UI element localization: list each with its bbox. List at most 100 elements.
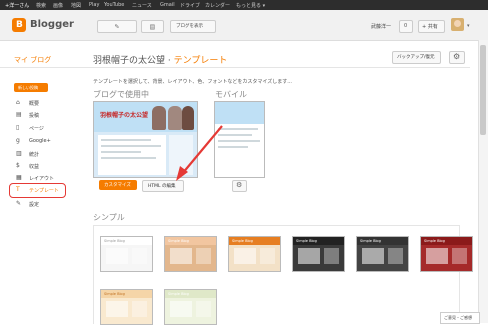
view-blog-button[interactable]: ブログを表示: [170, 20, 216, 33]
google-top-bar: +洋一さん 検索 画像 地図 Play YouTube ニュース Gmail ド…: [0, 0, 488, 10]
template-thumbnail[interactable]: Simple Blog: [228, 236, 281, 272]
template-thumbnail[interactable]: Simple Blog: [356, 236, 409, 272]
thumbnail-title: Simple Blog: [232, 239, 253, 243]
live-on-blog-heading: ブログで使用中: [93, 90, 149, 99]
posts-icon: ▤: [149, 23, 156, 30]
avatar-face: [454, 20, 461, 27]
thumbnail-body: [426, 248, 448, 264]
sidebar-item-label: 投稿: [29, 113, 40, 119]
thumbnail-title: Simple Blog: [168, 239, 189, 243]
preview-text-line: [101, 139, 151, 141]
thumbnail-sidebar: [388, 248, 403, 264]
gear-icon: ⚙: [453, 52, 461, 61]
template-thumbnail[interactable]: Simple Blog: [164, 236, 217, 272]
template-thumbnail[interactable]: Simple Blog: [164, 289, 217, 325]
thumbnail-body: [106, 248, 128, 264]
thumbnail-sidebar: [132, 301, 147, 317]
posts-icon: ▤: [16, 111, 22, 118]
preview-text-line: [101, 145, 161, 147]
preview-blog-title: 羽根帽子の太公望: [100, 112, 149, 119]
preview-text-line: [101, 157, 156, 159]
topbar-more[interactable]: もっと見る ▾: [236, 2, 265, 9]
thumbnail-title: Simple Blog: [296, 239, 317, 243]
backup-restore-button[interactable]: バックアップ/復元: [392, 51, 441, 64]
mobile-heading: モバイル: [215, 90, 247, 99]
topbar-search[interactable]: 検索: [36, 2, 46, 9]
my-blogs-link[interactable]: マイ ブログ: [14, 55, 51, 65]
preview-character: [152, 106, 166, 130]
topbar-user[interactable]: +洋一さん: [5, 2, 29, 9]
brand-name[interactable]: Blogger: [30, 19, 74, 30]
stats-icon: ▥: [16, 150, 22, 157]
template-thumbnail[interactable]: Simple Blog: [292, 236, 345, 272]
sidebar-item-label: Google+: [29, 138, 51, 144]
topbar-maps[interactable]: 地図: [71, 2, 81, 9]
user-name[interactable]: 武藤洋一: [371, 23, 391, 30]
preview-text-line: [101, 151, 141, 153]
new-post-label: 新しい投稿: [18, 85, 38, 90]
template-thumbnail[interactable]: Simple Blog: [100, 236, 153, 272]
sidebar-item-label: 設定: [29, 202, 40, 208]
layout-icon: ▦: [16, 174, 22, 181]
breadcrumb-separator: ·: [165, 56, 174, 66]
thumbnail-body: [298, 248, 320, 264]
header-divider: [0, 67, 470, 68]
googleplus-icon: g: [16, 137, 20, 144]
topbar-play[interactable]: Play: [89, 2, 99, 8]
thumbnail-sidebar: [196, 301, 211, 317]
chevron-down-icon[interactable]: ▾: [467, 23, 470, 29]
thumbnail-sidebar: [132, 248, 147, 264]
share-button[interactable]: + 共有: [418, 20, 445, 33]
avatar[interactable]: [451, 18, 464, 31]
customize-label: カスタマイズ: [104, 183, 131, 188]
blogger-logo-letter: B: [16, 20, 23, 30]
topbar-calendar[interactable]: カレンダー: [205, 2, 230, 9]
simple-heading: シンプル: [93, 213, 125, 222]
template-description: テンプレートを選択して、背景、レイアウト、色、フォントなどをカスタマイズします.…: [93, 79, 292, 85]
topbar-youtube[interactable]: YouTube: [104, 2, 124, 8]
mobile-settings-button[interactable]: ⚙: [232, 180, 247, 192]
thumbnail-sidebar: [452, 248, 467, 264]
thumbnail-title: Simple Blog: [104, 292, 125, 296]
view-blog-label: ブログを表示: [176, 24, 203, 29]
edit-html-label: HTML の編集: [148, 184, 176, 189]
sidebar-item-label: レイアウト: [29, 176, 55, 182]
thumbnail-title: Simple Blog: [424, 239, 445, 243]
thumbnail-sidebar: [260, 248, 275, 264]
share-label: + 共有: [422, 24, 438, 30]
thumbnail-sidebar: [196, 248, 211, 264]
thumbnail-body: [234, 248, 256, 264]
feedback-label: ご意見・ご感想: [444, 315, 472, 320]
sidebar-item-label: 統計: [29, 152, 40, 158]
template-thumbnail[interactable]: Simple Blog: [420, 236, 473, 272]
blog-title: 羽根帽子の太公望: [93, 56, 166, 66]
thumbnail-body: [106, 301, 128, 317]
thumbnail-sidebar: [324, 248, 339, 264]
preview-body: [98, 135, 166, 175]
notifications-button[interactable]: 0: [399, 20, 413, 33]
customize-button[interactable]: カスタマイズ: [99, 180, 137, 190]
thumbnail-body: [362, 248, 384, 264]
page-icon: ▯: [16, 124, 20, 131]
sidebar-item-label: 概要: [29, 101, 40, 107]
feedback-button[interactable]: ご意見・ご感想: [440, 312, 480, 324]
thumbnail-body: [170, 301, 192, 317]
topbar-news[interactable]: ニュース: [132, 2, 152, 9]
scrollbar-thumb[interactable]: [480, 45, 486, 135]
sidebar-item-label: 収益: [29, 164, 40, 170]
view-posts-button[interactable]: ▤: [141, 20, 164, 33]
house-icon: ⌂: [16, 99, 20, 106]
template-thumbnail[interactable]: Simple Blog: [100, 289, 153, 325]
new-post-pencil-button[interactable]: ✎: [97, 20, 137, 33]
breadcrumb: 羽根帽子の太公望 · テンプレート: [93, 53, 227, 66]
settings-gear-button[interactable]: ⚙: [449, 51, 465, 64]
earnings-icon: $: [16, 162, 20, 169]
topbar-drive[interactable]: ドライブ: [180, 2, 200, 9]
topbar-gmail[interactable]: Gmail: [160, 2, 175, 8]
thumbnail-body: [170, 248, 192, 264]
annotation-arrow: [176, 125, 223, 181]
backup-restore-label: バックアップ/復元: [397, 55, 435, 60]
new-post-button[interactable]: 新しい投稿: [14, 83, 48, 92]
topbar-images[interactable]: 画像: [53, 2, 63, 9]
thumbnail-title: Simple Blog: [168, 292, 189, 296]
